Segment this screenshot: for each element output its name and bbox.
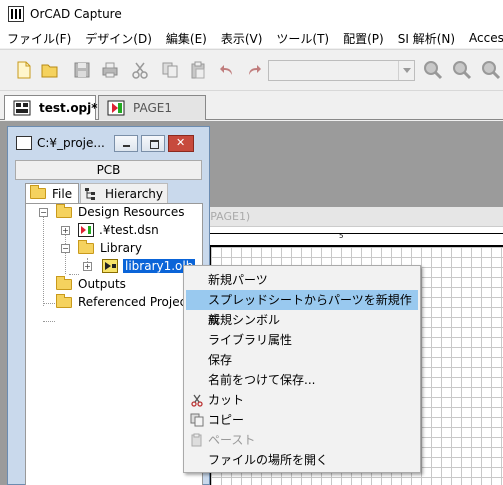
tree-item-label: Outputs bbox=[78, 277, 126, 291]
menu-tools[interactable]: ツール(T) bbox=[269, 30, 336, 47]
menu-view[interactable]: 表示(V) bbox=[214, 30, 270, 47]
folder-icon bbox=[56, 203, 72, 218]
tree-line bbox=[43, 216, 44, 306]
title-bar: OrCAD Capture bbox=[0, 0, 503, 28]
tab-file-label: File bbox=[52, 186, 73, 201]
tree-line bbox=[69, 274, 79, 275]
menu-item-paste[interactable]: ペースト bbox=[186, 430, 418, 450]
design-file-icon bbox=[78, 223, 94, 237]
tree-item-label: Referenced Projects bbox=[78, 295, 198, 309]
folder-icon bbox=[30, 185, 46, 199]
menu-item-label: カット bbox=[208, 393, 245, 407]
expand-icon[interactable]: + bbox=[61, 226, 70, 235]
tree-item-referenced-projects[interactable]: Referenced Projects bbox=[56, 293, 198, 310]
folder-icon bbox=[78, 239, 94, 254]
document-tab-bar: test.opj* PAGE1 bbox=[0, 92, 503, 120]
schematic-page-icon bbox=[107, 100, 125, 116]
menu-item-open-file-location[interactable]: ファイルの場所を開く bbox=[186, 450, 418, 470]
tree-line bbox=[43, 303, 55, 304]
minimize-button[interactable] bbox=[114, 135, 138, 152]
project-window-title: C:¥_proje... bbox=[37, 136, 105, 150]
zoom-in-icon[interactable] bbox=[423, 60, 443, 80]
schematic-ruler: 5 bbox=[209, 232, 503, 242]
open-icon[interactable] bbox=[40, 60, 60, 80]
copy-icon[interactable] bbox=[160, 60, 180, 80]
ruler-label: 5 bbox=[339, 232, 344, 240]
menu-item-new-part-from-spreadsheet[interactable]: スプレッドシートからパーツを新規作成 bbox=[186, 290, 418, 327]
menu-bar: ファイル(F) デザイン(D) 編集(E) 表示(V) ツール(T) 配置(P)… bbox=[0, 28, 503, 48]
library-file-icon bbox=[102, 259, 118, 273]
tree-item-test-dsn[interactable]: .¥test.dsn bbox=[78, 222, 159, 238]
tree-line bbox=[43, 321, 55, 322]
tree-item-design-resources[interactable]: Design Resources bbox=[56, 203, 185, 220]
redo-icon[interactable] bbox=[244, 60, 264, 80]
menu-place[interactable]: 配置(P) bbox=[336, 30, 391, 47]
menu-edit[interactable]: 編集(E) bbox=[159, 30, 214, 47]
undo-icon[interactable] bbox=[217, 60, 237, 80]
menu-item-label: コピー bbox=[208, 413, 245, 427]
chevron-down-icon[interactable] bbox=[398, 61, 414, 80]
scissors-icon bbox=[191, 394, 203, 407]
orcad-app-icon bbox=[8, 6, 24, 22]
menu-item-new-part[interactable]: 新規パーツ bbox=[186, 270, 418, 290]
print-icon[interactable] bbox=[100, 60, 120, 80]
tab-hierarchy-label: Hierarchy bbox=[105, 186, 164, 201]
collapse-icon[interactable]: − bbox=[39, 208, 48, 217]
project-header: PCB bbox=[15, 160, 202, 180]
new-icon[interactable] bbox=[14, 60, 34, 80]
menu-design[interactable]: デザイン(D) bbox=[78, 30, 159, 47]
menu-item-cut[interactable]: カット bbox=[186, 390, 418, 410]
maximize-button[interactable] bbox=[141, 135, 165, 152]
app-title: OrCAD Capture bbox=[30, 7, 122, 21]
tab-hierarchy[interactable]: Hierarchy bbox=[80, 183, 168, 203]
tab-page1[interactable]: PAGE1 bbox=[98, 95, 206, 120]
tree-item-library1-olb[interactable]: library1.olb bbox=[102, 258, 196, 274]
menu-item-save-as[interactable]: 名前をつけて保存... bbox=[186, 370, 418, 390]
expand-icon[interactable]: + bbox=[83, 262, 92, 271]
menu-item-save[interactable]: 保存 bbox=[186, 350, 418, 370]
folder-icon bbox=[56, 293, 72, 308]
paste-icon[interactable] bbox=[188, 60, 208, 80]
close-button[interactable] bbox=[168, 135, 194, 152]
menu-accessories[interactable]: Accessories bbox=[462, 31, 503, 45]
paste-icon bbox=[191, 433, 202, 447]
menu-item-label: ペースト bbox=[208, 433, 256, 447]
menu-si-analysis[interactable]: SI 解析(N) bbox=[391, 30, 462, 47]
menu-item-new-symbol[interactable]: 新規シンボル bbox=[186, 310, 418, 330]
menu-file[interactable]: ファイル(F) bbox=[0, 30, 78, 47]
tab-page1-label: PAGE1 bbox=[133, 101, 172, 115]
project-icon bbox=[13, 100, 31, 116]
tree-item-library-folder[interactable]: Library bbox=[78, 239, 142, 256]
menu-item-library-properties[interactable]: ライブラリ属性 bbox=[186, 330, 418, 350]
copy-icon bbox=[190, 413, 204, 427]
schematic-title: : PAGE1) bbox=[201, 207, 503, 227]
hierarchy-icon bbox=[85, 187, 95, 200]
collapse-icon[interactable]: − bbox=[61, 244, 70, 253]
tree-item-outputs[interactable]: Outputs bbox=[56, 275, 126, 292]
project-tree: − Design Resources + .¥test.dsn − Librar… bbox=[25, 203, 203, 485]
folder-icon bbox=[56, 275, 72, 290]
tab-test-opj-label: test.opj* bbox=[39, 101, 98, 115]
save-icon[interactable] bbox=[72, 60, 92, 80]
zoom-area-icon[interactable] bbox=[481, 60, 501, 80]
part-combo-box[interactable] bbox=[268, 60, 415, 81]
tree-item-label: .¥test.dsn bbox=[99, 223, 159, 237]
toolbar bbox=[0, 49, 503, 91]
tree-item-label: Library bbox=[100, 241, 142, 255]
tab-test-opj[interactable]: test.opj* bbox=[4, 95, 98, 120]
tree-item-label: Design Resources bbox=[78, 205, 185, 219]
zoom-out-icon[interactable] bbox=[452, 60, 472, 80]
cut-icon[interactable] bbox=[130, 60, 150, 80]
project-icon bbox=[16, 136, 32, 150]
menu-item-copy[interactable]: コピー bbox=[186, 410, 418, 430]
tab-file[interactable]: File bbox=[25, 183, 79, 203]
context-menu: 新規パーツ スプレッドシートからパーツを新規作成 新規シンボル ライブラリ属性 … bbox=[183, 265, 421, 473]
project-manager-window: C:¥_proje... PCB File Hierarchy − Design… bbox=[7, 126, 210, 485]
